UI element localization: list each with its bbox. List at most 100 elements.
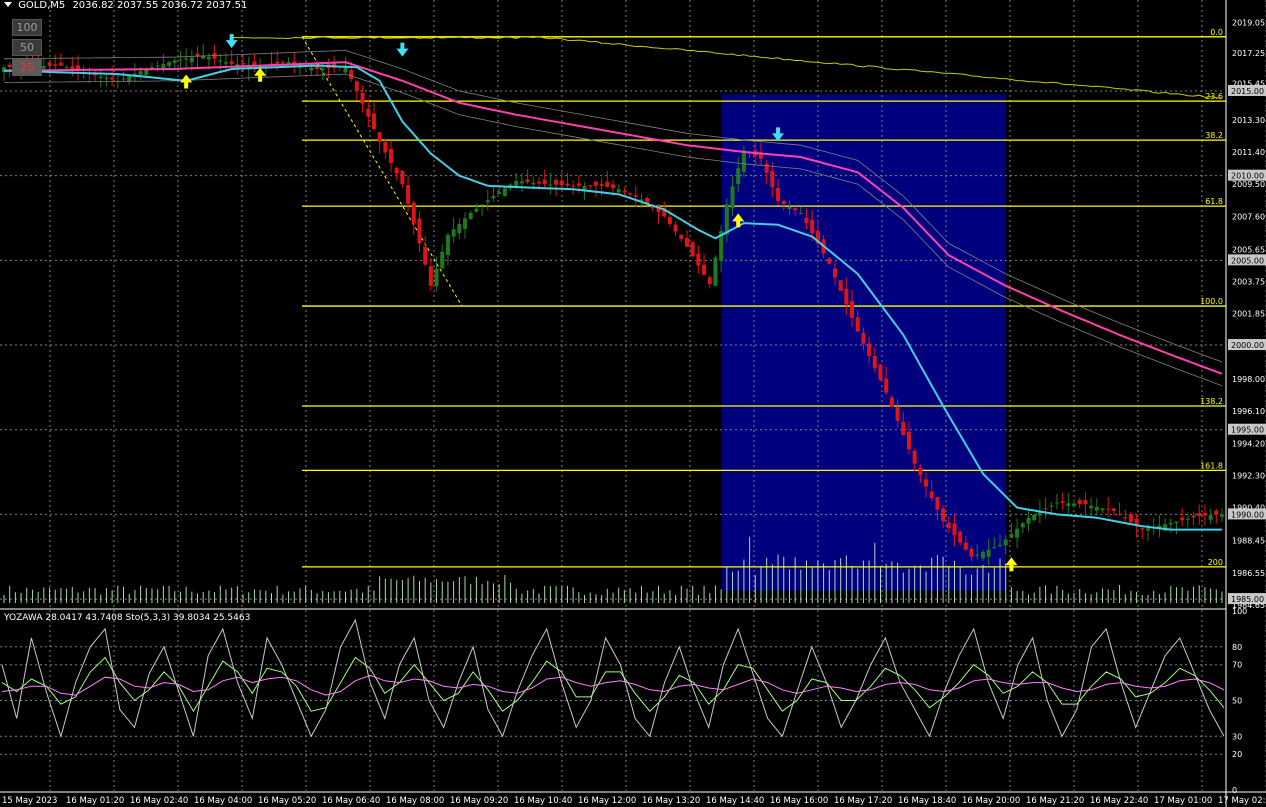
candle-body: [1089, 505, 1094, 509]
candle-body: [485, 200, 490, 203]
candle-body: [673, 224, 678, 232]
candle-body: [793, 208, 798, 210]
candle-body: [810, 219, 815, 234]
candle-body: [463, 218, 468, 229]
fib-level-label: 200: [1208, 558, 1223, 567]
price-tick-label: 1996.10: [1232, 407, 1265, 416]
time-tick-label: 16 May 04:00: [194, 796, 252, 806]
fib-level-label: 61.8: [1205, 197, 1223, 206]
price-box-label: 1995.00: [1231, 426, 1264, 435]
candle-body: [377, 132, 382, 142]
candle-body: [565, 183, 570, 186]
candle-body: [451, 229, 456, 237]
candle-body: [172, 60, 177, 63]
candle-body: [1015, 528, 1020, 538]
candle-body: [104, 78, 109, 80]
time-tick-label: 16 May 09:20: [450, 796, 508, 806]
time-tick-label: 15 May 2023: [2, 796, 57, 806]
candle-body: [1174, 521, 1179, 523]
candle-body: [1140, 528, 1145, 530]
candle-body: [349, 69, 354, 80]
candle-body: [457, 223, 462, 234]
candle-body: [389, 148, 394, 163]
candle-body: [724, 204, 729, 235]
fib-level-label: 38.2: [1205, 131, 1223, 140]
candle-body: [275, 61, 280, 64]
button-25[interactable]: 25: [12, 59, 42, 76]
price-tick-label: 2007.60: [1232, 212, 1265, 221]
candle-body: [315, 66, 320, 69]
indicator-tick-label: 30: [1232, 732, 1242, 741]
candle-body: [1123, 517, 1128, 519]
candle-body: [531, 182, 536, 185]
candle-body: [633, 195, 638, 197]
time-tick-label: 16 May 18:40: [898, 796, 956, 806]
time-tick-label: 16 May 13:20: [642, 796, 700, 806]
candle-body: [827, 258, 832, 264]
candle-body: [127, 76, 132, 82]
candle-body: [1220, 514, 1224, 517]
candle-body: [838, 280, 843, 291]
candle-body: [946, 522, 951, 529]
time-tick-label: 16 May 10:40: [514, 796, 572, 806]
candle-body: [736, 168, 741, 185]
candle-body: [411, 202, 416, 224]
price-tick-label: 2003.75: [1232, 278, 1265, 287]
candle-body: [491, 195, 496, 199]
candle-body: [571, 185, 576, 187]
candle-body: [1185, 518, 1190, 520]
candle-body: [525, 179, 530, 183]
candle-body: [986, 549, 991, 557]
candle-body: [354, 81, 359, 91]
dropdown-triangle-icon[interactable]: [4, 2, 12, 7]
candle-body: [1054, 502, 1059, 504]
candle-body: [906, 431, 911, 450]
button-50[interactable]: 50: [12, 39, 42, 56]
candle-body: [702, 264, 707, 275]
time-tick-label: 17 May 02:: [1218, 796, 1265, 806]
time-tick-label: 16 May 06:40: [322, 796, 380, 806]
candle-body: [878, 364, 883, 381]
candle-body: [400, 171, 405, 185]
candle-body: [884, 378, 889, 393]
candle-body: [690, 242, 695, 257]
candle-body: [770, 171, 775, 187]
ohlc-readout: 2036.82 2037.55 2036.72 2037.51: [72, 0, 248, 11]
candle-body: [684, 237, 689, 247]
fib-level-label: 100.0: [1200, 297, 1223, 306]
candle-body: [554, 180, 559, 185]
candle-body: [998, 544, 1003, 547]
candle-body: [121, 78, 126, 80]
button-100[interactable]: 100: [12, 19, 42, 36]
fast-ma-line: [3, 64, 1222, 531]
candle-body: [605, 181, 610, 187]
candle-body: [628, 192, 633, 195]
candle-body: [155, 65, 160, 67]
candle-body: [969, 548, 974, 557]
candle-body: [576, 183, 581, 186]
upper-band-line: [231, 36, 1223, 99]
candle-body: [167, 62, 172, 66]
buy-arrow-icon: [1005, 557, 1018, 572]
candle-body: [47, 62, 52, 66]
candle-body: [241, 63, 246, 65]
candle-body: [798, 212, 803, 214]
candle-body: [901, 421, 906, 436]
candle-body: [480, 204, 485, 206]
candle-body: [599, 184, 604, 186]
candle-body: [844, 288, 849, 305]
candle-body: [1208, 515, 1213, 520]
candle-body: [1202, 512, 1207, 516]
candle-body: [918, 467, 923, 476]
time-tick-label: 17 May 01:00: [1154, 796, 1212, 806]
time-tick-label: 16 May 12:00: [578, 796, 636, 806]
candle-body: [184, 58, 189, 60]
candle-body: [1094, 506, 1099, 511]
buy-arrow-icon: [254, 67, 267, 82]
candle-body: [975, 554, 980, 556]
candle-body: [1009, 534, 1014, 538]
symbol-label: GOLD,M5: [18, 0, 66, 11]
price-chart: 0.023.638.261.8100.0138.2161.82002019.05…: [0, 0, 1266, 807]
candle-body: [952, 523, 957, 536]
candle-body: [787, 207, 792, 210]
